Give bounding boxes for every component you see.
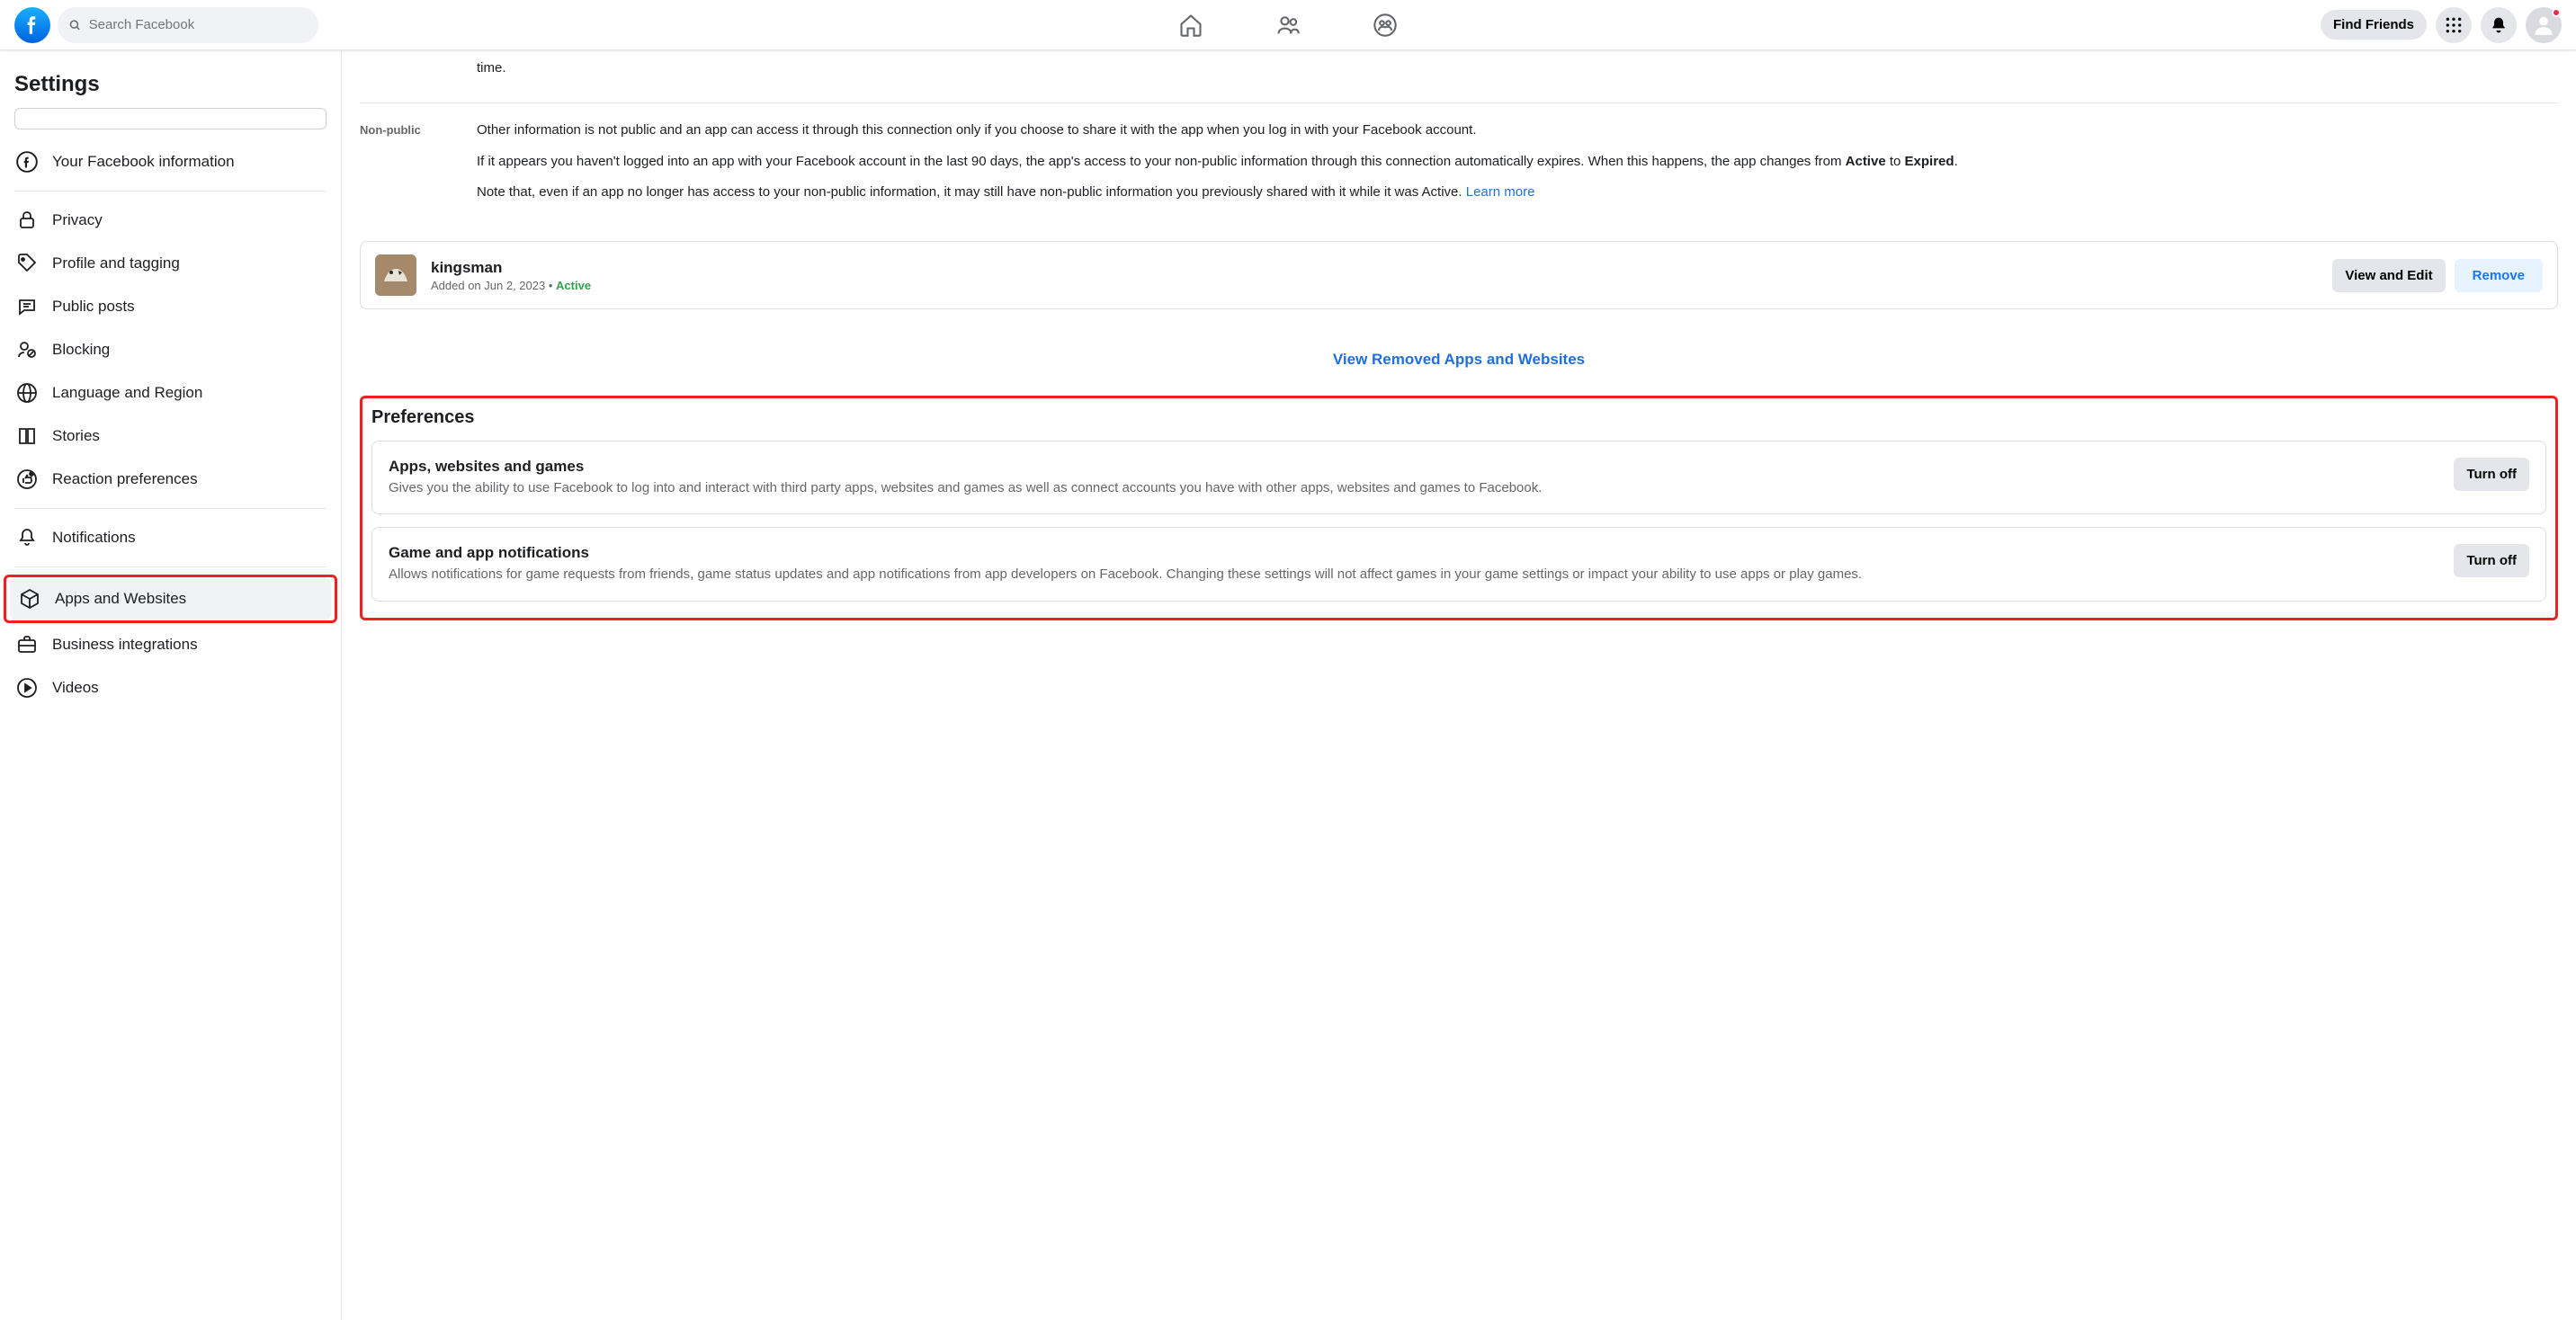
sidebar-title: Settings (7, 65, 334, 104)
chat-icon (14, 294, 40, 319)
grid-icon (2445, 16, 2463, 34)
pref-heading: Apps, websites and games (389, 458, 2439, 476)
info-row-public-tail: time. (360, 50, 2558, 99)
sidebar-item-profile-tagging[interactable]: Profile and tagging (7, 242, 334, 285)
preferences-title: Preferences (371, 407, 2546, 428)
sidebar-item-label: Privacy (52, 211, 103, 229)
globe-icon (14, 380, 40, 406)
sidebar-item-notifications[interactable]: Notifications (7, 516, 334, 559)
info-p2: If it appears you haven't logged into an… (477, 153, 2558, 171)
app-card-kingsman: kingsman Added on Jun 2, 2023 • Active V… (360, 241, 2558, 309)
pref-heading: Game and app notifications (389, 544, 2439, 562)
sidebar-item-videos[interactable]: Videos (7, 666, 334, 709)
account-avatar[interactable] (2526, 7, 2562, 43)
learn-more-link[interactable]: Learn more (1466, 184, 1535, 200)
lock-icon (14, 208, 40, 233)
sidebar-item-label: Profile and tagging (52, 254, 180, 272)
view-edit-button[interactable]: View and Edit (2332, 259, 2445, 292)
sidebar-item-blocking[interactable]: Blocking (7, 328, 334, 371)
notifications-button[interactable] (2481, 7, 2517, 43)
info-p3: Note that, even if an app no longer has … (477, 183, 2558, 201)
bell-outline-icon (14, 525, 40, 550)
sidebar-item-label: Videos (52, 679, 99, 697)
sidebar-item-label: Reaction preferences (52, 470, 198, 488)
app-thumbnail (375, 254, 416, 296)
app-meta: Added on Jun 2, 2023 • Active (431, 279, 2318, 292)
briefcase-icon (14, 632, 40, 657)
view-removed-row: View Removed Apps and Websites (360, 351, 2558, 369)
app-name: kingsman (431, 259, 2318, 277)
sidebar-item-language[interactable]: Language and Region (7, 371, 334, 415)
pref-desc: Gives you the ability to use Facebook to… (389, 479, 2439, 497)
settings-sidebar: Settings Your Facebook information Priva… (0, 50, 342, 1320)
like-icon (14, 467, 40, 492)
book-icon (14, 424, 40, 449)
tag-icon (14, 251, 40, 276)
friends-icon[interactable] (1275, 13, 1301, 38)
top-header: Find Friends (0, 0, 2576, 50)
person-icon (2532, 13, 2555, 37)
bell-icon (2490, 16, 2508, 34)
sidebar-item-apps-websites[interactable]: Apps and Websites (10, 577, 331, 620)
sidebar-item-label: Blocking (52, 341, 110, 359)
cube-icon (17, 586, 42, 611)
sidebar-item-privacy[interactable]: Privacy (7, 199, 334, 242)
user-block-icon (14, 337, 40, 362)
sidebar-item-label: Your Facebook information (52, 153, 235, 171)
find-friends-button[interactable]: Find Friends (2321, 10, 2427, 40)
sidebar-item-public-posts[interactable]: Public posts (7, 285, 334, 328)
info-public-tail: time. (477, 59, 2558, 77)
sidebar-item-label: Language and Region (52, 384, 202, 402)
main-content: time. Non-public Other information is no… (342, 50, 2576, 1320)
home-icon[interactable] (1178, 13, 1203, 38)
play-icon (14, 675, 40, 700)
remove-button[interactable]: Remove (2455, 259, 2543, 292)
non-public-label: Non-public (360, 121, 459, 214)
header-center-nav (1178, 13, 1398, 38)
notification-dot-icon (2552, 8, 2561, 17)
pref-card-apps-websites-games: Apps, websites and games Gives you the a… (371, 441, 2546, 514)
sidebar-item-label: Notifications (52, 529, 136, 547)
turn-off-button-2[interactable]: Turn off (2454, 544, 2529, 577)
info-row-non-public: Non-public Other information is not publ… (360, 112, 2558, 223)
sidebar-item-label: Apps and Websites (55, 590, 186, 608)
sidebar-item-label: Stories (52, 427, 100, 445)
fb-circle-icon (14, 149, 40, 174)
sidebar-item-business[interactable]: Business integrations (7, 623, 334, 666)
highlight-preferences: Preferences Apps, websites and games Giv… (360, 396, 2558, 620)
header-left (14, 7, 318, 43)
facebook-logo-icon[interactable] (14, 7, 50, 43)
sidebar-item-reactions[interactable]: Reaction preferences (7, 458, 334, 501)
menu-grid-button[interactable] (2436, 7, 2472, 43)
sidebar-item-label: Business integrations (52, 636, 198, 654)
sidebar-search-field[interactable] (14, 108, 326, 129)
groups-icon[interactable] (1373, 13, 1398, 38)
turn-off-button-1[interactable]: Turn off (2454, 458, 2529, 491)
pref-card-game-app-notifications: Game and app notifications Allows notifi… (371, 527, 2546, 601)
info-p1: Other information is not public and an a… (477, 121, 2558, 139)
sidebar-item-stories[interactable]: Stories (7, 415, 334, 458)
highlight-apps-websites: Apps and Websites (4, 575, 337, 623)
sidebar-item-label: Public posts (52, 298, 135, 316)
search-box[interactable] (58, 7, 318, 43)
view-removed-link[interactable]: View Removed Apps and Websites (1333, 351, 1585, 368)
sidebar-item-your-fb-info[interactable]: Your Facebook information (7, 140, 334, 183)
app-status: Active (556, 279, 591, 292)
header-right: Find Friends (2321, 7, 2562, 43)
pref-desc: Allows notifications for game requests f… (389, 566, 2439, 584)
search-icon (68, 18, 82, 32)
search-input[interactable] (89, 17, 308, 32)
